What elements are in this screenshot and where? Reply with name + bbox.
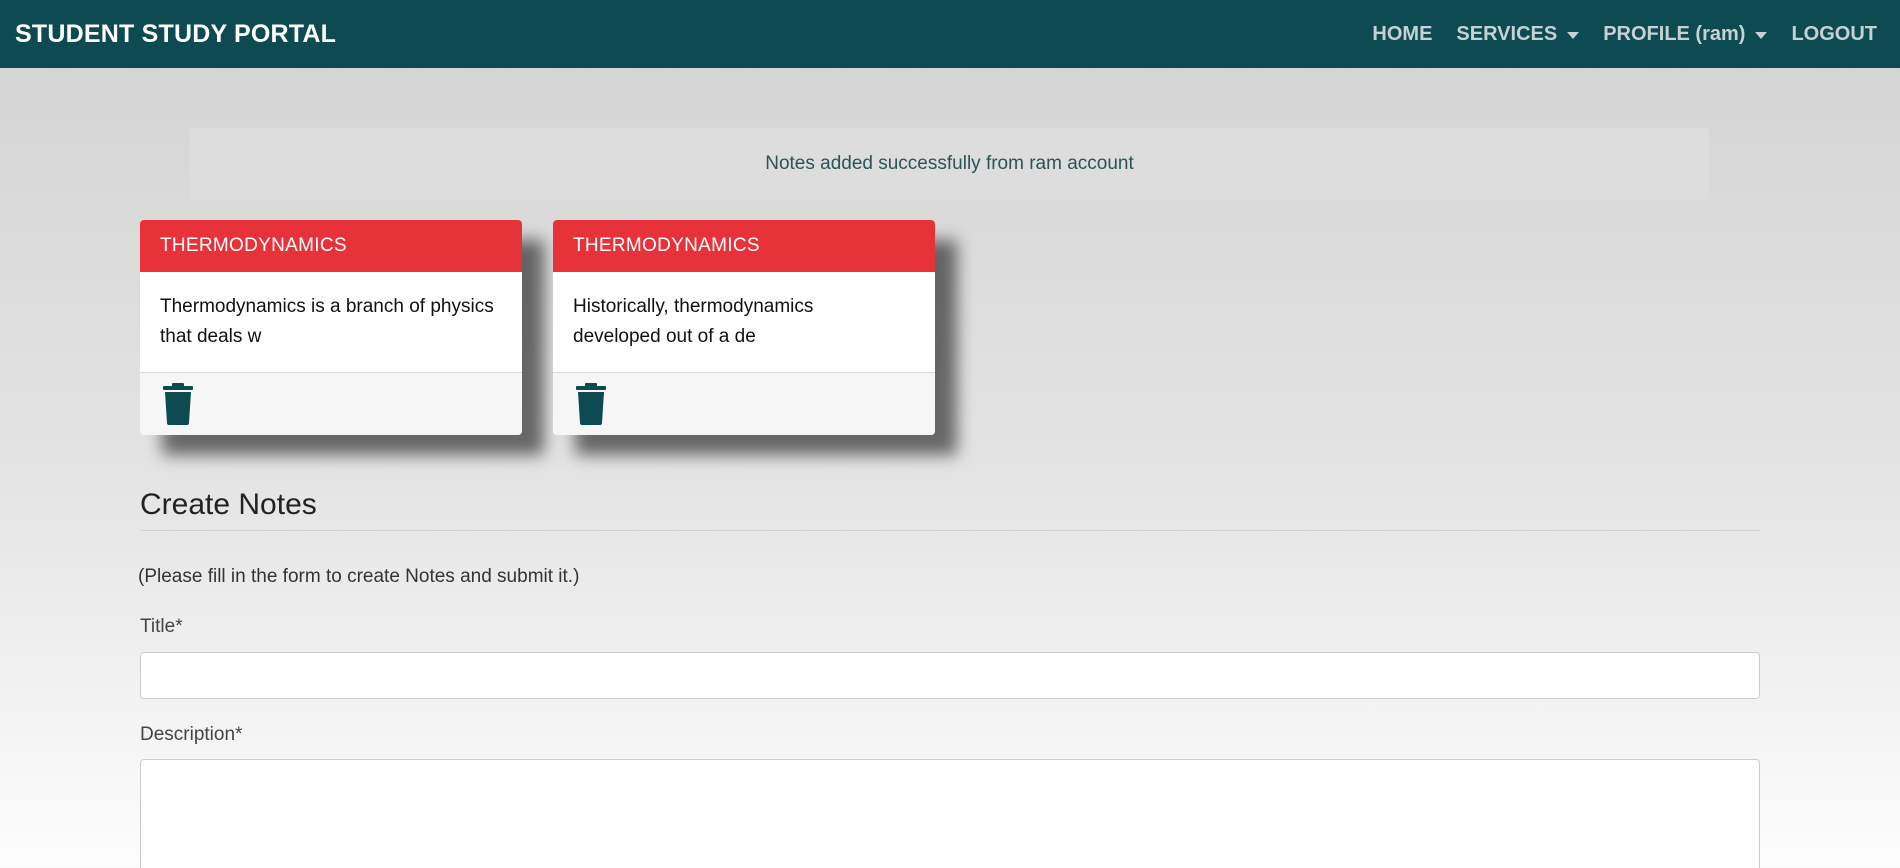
note-card-body: Thermodynamics is a branch of physics th…: [140, 272, 522, 372]
description-label: Description*: [140, 724, 243, 745]
note-card-title: THERMODYNAMICS: [140, 220, 522, 272]
nav-services-dropdown[interactable]: SERVICES: [1444, 23, 1591, 46]
note-card-title: THERMODYNAMICS: [553, 220, 935, 272]
title-label: Title*: [140, 616, 183, 637]
caret-down-icon: [1755, 31, 1768, 39]
nav-links: HOME SERVICES PROFILE (ram) LOGOUT: [1360, 23, 1885, 46]
create-notes-heading: Create Notes: [140, 488, 317, 521]
alert-message: Notes added successfully from ram accoun…: [765, 153, 1134, 174]
trash-icon[interactable]: [160, 383, 196, 425]
note-card-footer: [140, 372, 522, 435]
success-alert: Notes added successfully from ram accoun…: [190, 128, 1709, 200]
nav-logout[interactable]: LOGOUT: [1779, 23, 1885, 46]
brand-logo[interactable]: STUDENT STUDY PORTAL: [15, 20, 336, 49]
title-input[interactable]: [140, 652, 1760, 699]
notes-list: THERMODYNAMICS Thermodynamics is a branc…: [140, 220, 935, 435]
section-divider: [140, 530, 1760, 531]
note-card-text-line: that deals w: [160, 326, 262, 347]
note-card-footer: [553, 372, 935, 435]
nav-logout-label: LOGOUT: [1791, 22, 1877, 45]
note-card-text-line: developed out of a de: [573, 326, 756, 347]
nav-home-label: HOME: [1372, 22, 1433, 45]
note-card-text-line: Historically, thermodynamics: [573, 296, 814, 317]
trash-icon[interactable]: [573, 383, 609, 425]
note-card-text-line: Thermodynamics is a branch of physics: [160, 296, 494, 317]
description-textarea[interactable]: [140, 759, 1760, 868]
navbar: STUDENT STUDY PORTAL HOME SERVICES PROFI…: [0, 0, 1900, 68]
form-instructions: (Please fill in the form to create Notes…: [138, 566, 580, 587]
nav-profile-label: PROFILE (ram): [1603, 22, 1746, 45]
note-card[interactable]: THERMODYNAMICS Historically, thermodynam…: [553, 220, 935, 435]
note-card[interactable]: THERMODYNAMICS Thermodynamics is a branc…: [140, 220, 522, 435]
nav-profile-dropdown[interactable]: PROFILE (ram): [1591, 23, 1779, 46]
nav-services-label: SERVICES: [1456, 22, 1558, 45]
note-card-body: Historically, thermodynamics developed o…: [553, 272, 935, 372]
nav-home[interactable]: HOME: [1360, 23, 1444, 46]
caret-down-icon: [1567, 31, 1580, 39]
